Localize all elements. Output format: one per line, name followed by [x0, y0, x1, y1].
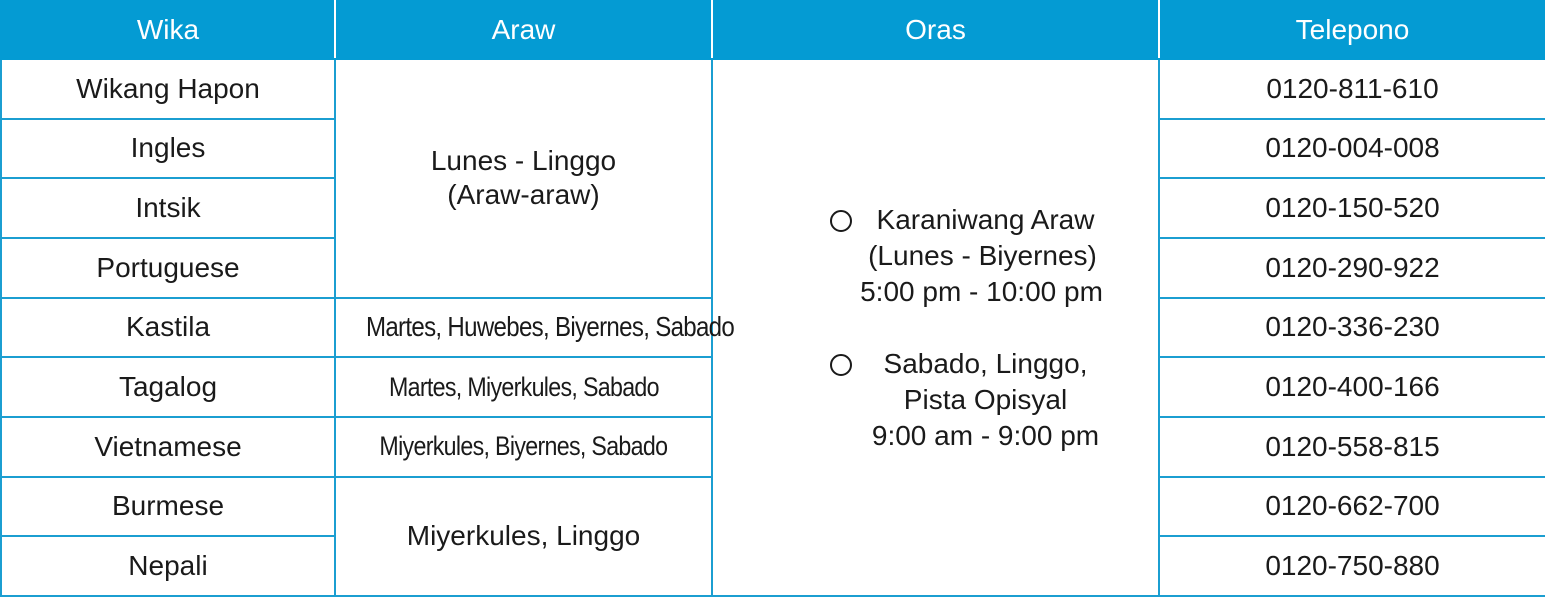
- phone-cell: 0120-290-922: [1158, 236, 1545, 299]
- phone-cell: 0120-336-230: [1158, 296, 1545, 359]
- hours-weekend-time: 9:00 am - 9:00 pm: [871, 419, 1100, 451]
- header-hours: Oras: [711, 0, 1160, 60]
- phone-cell: 0120-004-008: [1158, 117, 1545, 180]
- phone-cell: 0120-558-815: [1158, 415, 1545, 478]
- hours-cell: Karaniwang Araw (Lunes - Biyernes) 5:00 …: [711, 58, 1160, 597]
- phone-cell: 0120-400-166: [1158, 356, 1545, 418]
- days-label: Martes, Huwebes, Biyernes, Sabado: [365, 311, 735, 343]
- days-sublabel: (Araw-araw): [447, 179, 600, 211]
- phone-cell: 0120-811-610: [1158, 58, 1545, 120]
- header-language: Wika: [0, 0, 336, 60]
- language-cell: Vietnamese: [0, 415, 336, 478]
- phone-cell: 0120-150-520: [1158, 177, 1545, 239]
- header-phone: Telepono: [1158, 0, 1545, 60]
- days-cell-daily: Lunes - Linggo (Araw-araw): [334, 58, 713, 299]
- header-days: Araw: [334, 0, 713, 60]
- phone-cell: 0120-662-700: [1158, 475, 1545, 538]
- days-cell-burmese-nepali: Miyerkules, Linggo: [334, 475, 713, 597]
- days-label: Lunes - Linggo: [430, 145, 617, 177]
- circle-outline-icon: [830, 353, 853, 376]
- days-cell-vietnamese: Miyerkules, Biyernes, Sabado: [334, 415, 713, 478]
- days-label: Martes, Miyerkules, Sabado: [388, 371, 660, 402]
- language-cell: Intsik: [0, 177, 336, 239]
- hotline-schedule-table: Wika Araw Oras Telepono Wikang Hapon Lun…: [0, 0, 1545, 597]
- days-cell-tagalog: Martes, Miyerkules, Sabado: [334, 356, 713, 418]
- phone-cell: 0120-750-880: [1158, 535, 1545, 597]
- days-label: Miyerkules, Biyernes, Sabado: [379, 431, 669, 462]
- hours-weekend-title: Sabado, Linggo,: [883, 347, 1088, 379]
- table-row: Wikang Hapon Lunes - Linggo (Araw-araw) …: [0, 58, 1545, 597]
- days-cell-spanish: Martes, Huwebes, Biyernes, Sabado: [334, 296, 735, 359]
- hours-weekday-time: 5:00 pm - 10:00 pm: [860, 275, 1103, 307]
- language-cell: Nepali: [0, 535, 336, 597]
- header-row: Wika Araw Oras Telepono: [0, 0, 1545, 60]
- language-cell: Ingles: [0, 117, 336, 180]
- hours-weekend-days: Pista Opisyal: [903, 383, 1068, 415]
- language-cell: Burmese: [0, 475, 336, 538]
- hours-weekday: Karaniwang Araw (Lunes - Biyernes) 5:00 …: [830, 202, 1103, 310]
- language-cell: Wikang Hapon: [0, 58, 336, 120]
- circle-outline-icon: [830, 209, 853, 232]
- language-cell: Portuguese: [0, 236, 336, 299]
- hours-weekday-title: Karaniwang Araw: [876, 203, 1095, 235]
- language-cell: Tagalog: [0, 356, 336, 418]
- language-cell: Kastila: [0, 296, 336, 359]
- hours-weekend: Sabado, Linggo, Pista Opisyal 9:00 am - …: [830, 346, 1103, 454]
- hours-weekday-days: (Lunes - Biyernes): [868, 239, 1097, 271]
